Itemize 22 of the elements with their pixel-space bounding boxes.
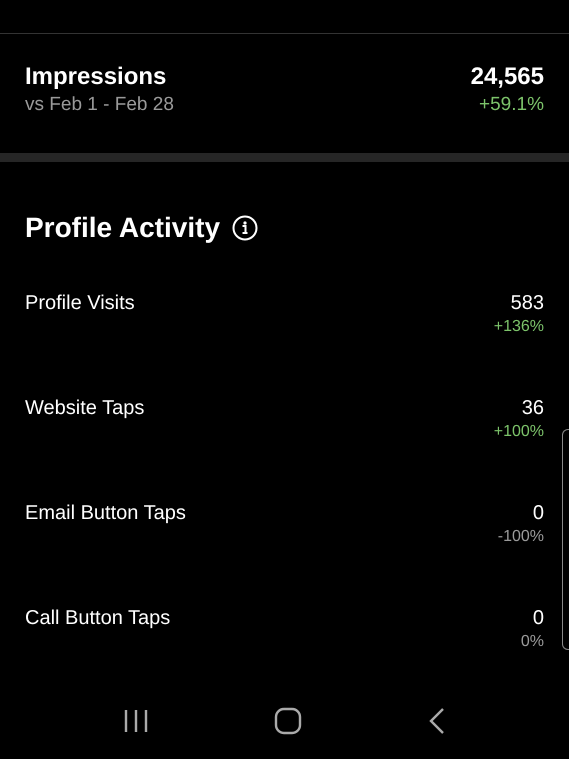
- recent-apps-icon[interactable]: [122, 708, 149, 734]
- info-icon[interactable]: [232, 215, 258, 241]
- metric-value: 36: [520, 396, 544, 421]
- section-title: Impressions: [25, 62, 168, 92]
- metric-value: 0: [532, 606, 544, 631]
- section-title: Profile Activity: [25, 212, 220, 244]
- metric-change: +100%: [494, 422, 544, 442]
- back-icon[interactable]: [428, 707, 446, 735]
- metric-label: Profile Visits: [25, 291, 135, 316]
- metric-label: Call Button Taps: [25, 606, 170, 631]
- home-icon[interactable]: [274, 707, 302, 735]
- metric-value: 0: [532, 501, 544, 526]
- metric-change: +136%: [494, 317, 544, 337]
- metric-value: 24,565: [470, 62, 544, 92]
- metric-label: Website Taps: [25, 396, 144, 421]
- metric-change: -100%: [498, 527, 544, 547]
- metric-value: 583: [510, 291, 544, 316]
- metric-change: +59.1%: [478, 93, 544, 117]
- metric-label: Email Button Taps: [25, 501, 186, 526]
- scroll-handle[interactable]: [562, 429, 569, 650]
- date-range: vs Feb 1 - Feb 28: [25, 93, 174, 117]
- metric-change: 0%: [520, 632, 544, 652]
